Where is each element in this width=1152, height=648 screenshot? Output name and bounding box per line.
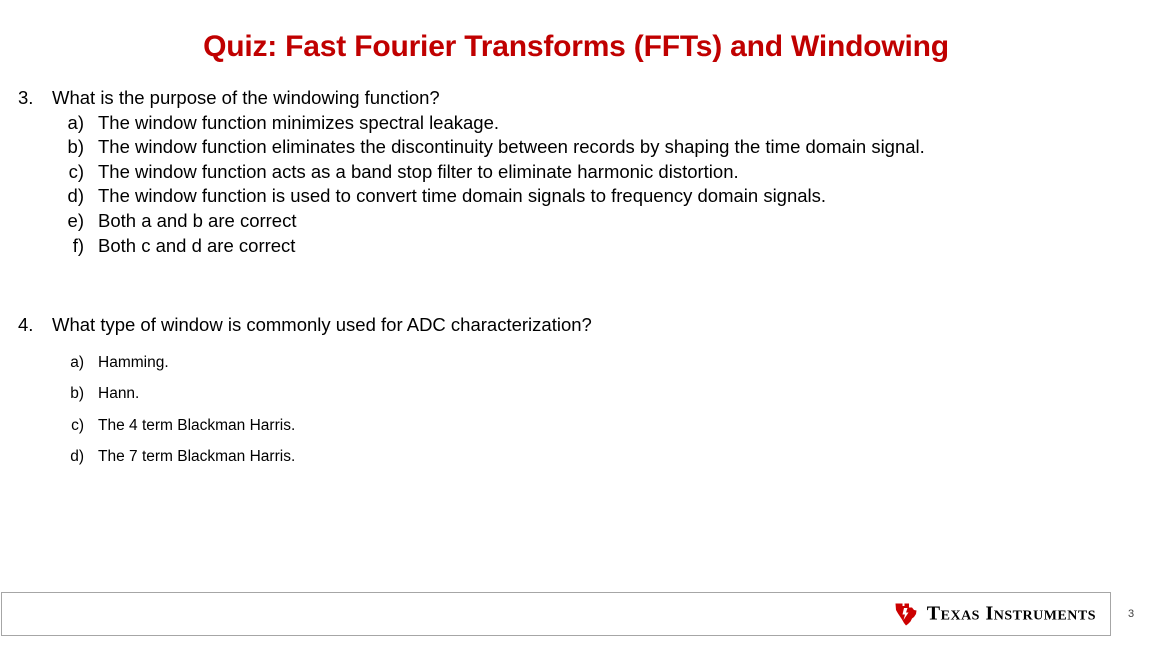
question-4-head-spacer [0,338,1152,352]
option-marker: a) [70,353,84,371]
option-label: The window function is used to convert t… [98,185,827,207]
question-3-option-f[interactable]: f) Both c and d are correct [0,234,1152,259]
question-3-option-c[interactable]: c) The window function acts as a band st… [0,160,1152,185]
question-3-option-b[interactable]: b) The window function eliminates the di… [0,135,1152,160]
question-4-text: What type of window is commonly used for… [52,314,592,336]
question-4-row: 4. What type of window is commonly used … [0,313,1152,338]
question-3-marker: 3. [18,87,34,108]
option-label: Both a and b are correct [98,209,297,231]
quiz-content: 3. What is the purpose of the windowing … [0,86,1152,478]
option-label: The window function eliminates the disco… [98,136,925,158]
question-spacer [0,258,1152,313]
option-marker: a) [67,111,84,133]
page-title: Quiz: Fast Fourier Transforms (FFTs) and… [203,30,949,63]
option-marker: b) [70,385,84,403]
option-label: The 7 term Blackman Harris. [98,448,296,466]
question-4-option-c[interactable]: c) The 4 term Blackman Harris. [0,415,1152,437]
question-3-option-d[interactable]: d) The window function is used to conver… [0,184,1152,209]
footer-bar: Texas Instruments [1,592,1111,636]
option-label: Both c and d are correct [98,234,296,256]
question-block-4: 4. What type of window is commonly used … [0,313,1152,468]
question-4-marker: 4. [18,314,34,336]
option-label: The window function minimizes spectral l… [98,111,500,133]
option-marker: f) [72,234,84,256]
page-number: 3 [1128,608,1135,620]
texas-state-icon [894,602,918,627]
question-4-option-d[interactable]: d) The 7 term Blackman Harris. [0,446,1152,468]
question-3-option-a[interactable]: a) The window function minimizes spectra… [0,111,1152,136]
question-4-option-a[interactable]: a) Hamming. [0,352,1152,374]
question-3-row: 3. What is the purpose of the windowing … [0,86,1152,111]
question-3-text: What is the purpose of the windowing fun… [52,87,440,108]
option-label: Hann. [98,385,140,403]
option-label: The 4 term Blackman Harris. [98,416,296,434]
question-block-3: 3. What is the purpose of the windowing … [0,86,1152,258]
option-marker: e) [67,209,84,231]
option-marker: d) [67,185,84,207]
option-marker: c) [71,416,84,434]
texas-instruments-logo: Texas Instruments [894,602,1096,627]
option-marker: c) [68,160,84,182]
question-3-option-e[interactable]: e) Both a and b are correct [0,209,1152,234]
texas-instruments-wordmark: Texas Instruments [926,602,1096,625]
question-4-option-b[interactable]: b) Hann. [0,383,1152,405]
option-marker: b) [67,136,84,158]
option-marker: d) [70,448,84,466]
option-label: The window function acts as a band stop … [98,160,739,182]
option-label: Hamming. [98,353,169,371]
